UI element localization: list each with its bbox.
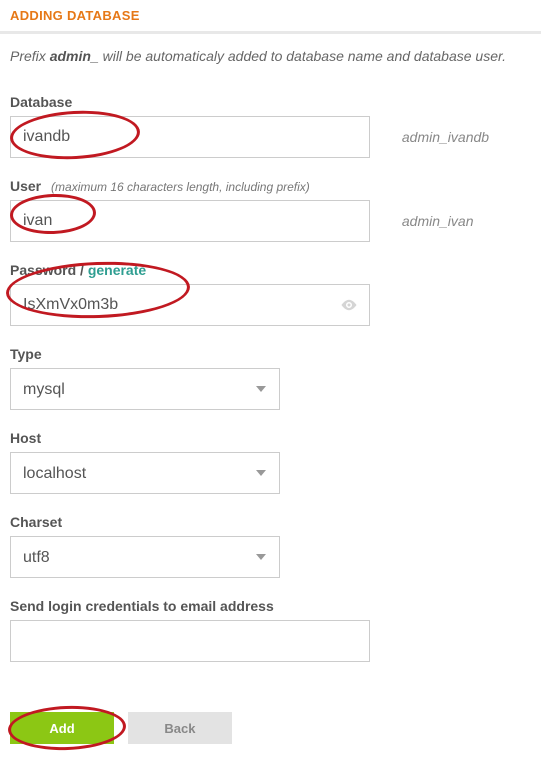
page-header: ADDING DATABASE bbox=[0, 0, 541, 34]
user-label: User bbox=[10, 178, 41, 194]
type-select[interactable]: mysql bbox=[10, 368, 280, 410]
charset-label: Charset bbox=[10, 514, 531, 530]
user-prefixed: admin_ivan bbox=[402, 213, 474, 229]
user-label-row: User (maximum 16 characters length, incl… bbox=[10, 178, 531, 194]
prefix-note-bold: admin_ bbox=[50, 48, 99, 64]
user-hint: (maximum 16 characters length, including… bbox=[51, 180, 310, 194]
email-label: Send login credentials to email address bbox=[10, 598, 531, 614]
back-button[interactable]: Back bbox=[128, 712, 232, 744]
password-label: Password / bbox=[10, 262, 88, 278]
eye-icon[interactable] bbox=[340, 296, 358, 314]
type-label: Type bbox=[10, 346, 531, 362]
database-label: Database bbox=[10, 94, 531, 110]
prefix-note-post: will be automaticaly added to database n… bbox=[99, 48, 506, 64]
host-label: Host bbox=[10, 430, 531, 446]
password-label-row: Password / generate bbox=[10, 262, 531, 278]
database-prefixed: admin_ivandb bbox=[402, 129, 489, 145]
email-input[interactable] bbox=[10, 620, 370, 662]
page-title: ADDING DATABASE bbox=[10, 8, 531, 23]
host-select[interactable]: localhost bbox=[10, 452, 280, 494]
prefix-note-pre: Prefix bbox=[10, 48, 50, 64]
add-button[interactable]: Add bbox=[10, 712, 114, 744]
password-input[interactable] bbox=[10, 284, 370, 326]
user-input[interactable] bbox=[10, 200, 370, 242]
charset-select[interactable]: utf8 bbox=[10, 536, 280, 578]
database-input[interactable] bbox=[10, 116, 370, 158]
prefix-note: Prefix admin_ will be automaticaly added… bbox=[0, 34, 541, 70]
generate-link[interactable]: generate bbox=[88, 262, 146, 278]
